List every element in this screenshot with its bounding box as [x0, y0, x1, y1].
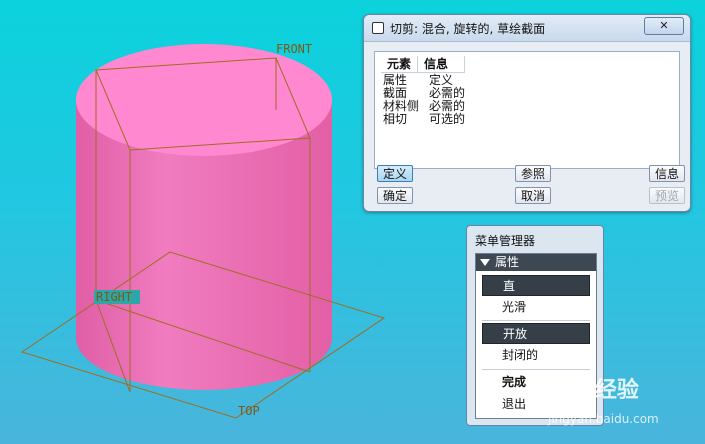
column-info[interactable]: 信息: [418, 56, 466, 72]
dialog-titlebar[interactable]: 切剪: 混合, 旋转的, 草绘截面 ✕: [364, 15, 690, 42]
menu-item-straight[interactable]: 直: [482, 275, 590, 296]
element-list: 元素 信息 属性 定义 截面 必需的 材料侧 必需的 相切 可选的: [374, 51, 680, 169]
front-plane-label: FRONT: [276, 42, 312, 56]
column-element[interactable]: 元素: [381, 56, 419, 72]
preview-button[interactable]: 预览: [649, 187, 685, 204]
triangle-down-icon: [480, 259, 490, 266]
menu-divider: [482, 369, 590, 370]
menu-manager-title: 菜单管理器: [475, 234, 536, 248]
feature-dialog: 切剪: 混合, 旋转的, 草绘截面 ✕ 元素 信息 属性 定义 截面 必需的 材料侧…: [363, 14, 691, 212]
menu-item-closed[interactable]: 封闭的: [482, 345, 590, 366]
cancel-button[interactable]: 取消: [515, 187, 551, 204]
menu-divider: [482, 320, 590, 321]
dialog-title: 切剪: 混合, 旋转的, 草绘截面: [390, 22, 546, 36]
menu-item-smooth[interactable]: 光滑: [482, 297, 590, 318]
define-button[interactable]: 定义: [377, 165, 413, 182]
menu-section-header[interactable]: 属性: [476, 254, 596, 271]
references-button[interactable]: 参照: [515, 165, 551, 182]
info-button[interactable]: 信息: [649, 165, 685, 182]
close-button[interactable]: ✕: [644, 17, 684, 35]
right-plane-label: RIGHT: [96, 290, 132, 304]
element-list-header: 元素 信息: [381, 56, 466, 73]
watermark-logo: Bai 经验: [548, 378, 639, 403]
top-plane-label: TOP: [238, 404, 260, 418]
menu-item-open[interactable]: 开放: [482, 323, 590, 344]
window-icon: [372, 22, 384, 34]
watermark-url: jingyan.baidu.com: [548, 412, 659, 426]
list-item[interactable]: 相切 可选的: [383, 113, 465, 126]
ok-button[interactable]: 确定: [377, 187, 413, 204]
